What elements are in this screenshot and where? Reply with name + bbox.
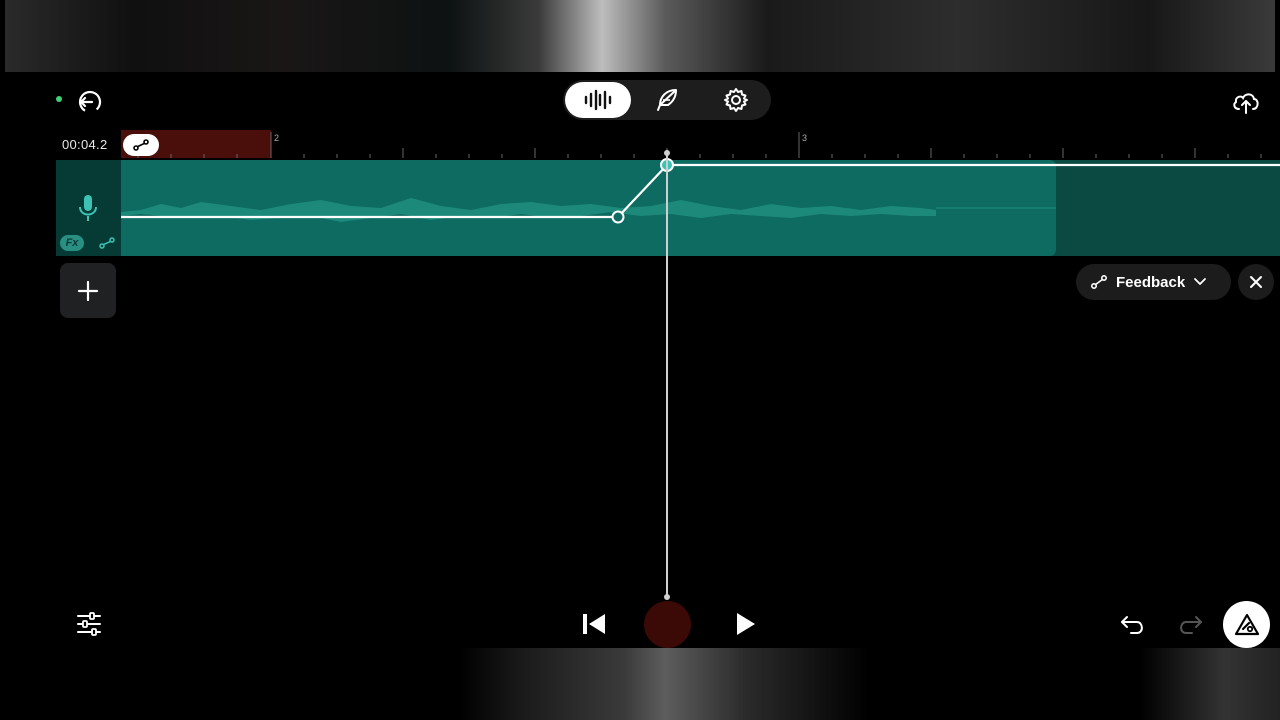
background-strip-bottom-right	[1140, 648, 1280, 720]
background-strip-bottom	[460, 648, 870, 720]
mode-switch	[563, 80, 771, 120]
automation-curve-icon	[99, 237, 115, 249]
automation-envelope[interactable]	[121, 150, 1280, 230]
cloud-upload-icon	[1233, 93, 1259, 114]
record-button[interactable]	[644, 601, 691, 648]
waveform-icon	[584, 89, 612, 111]
undo-button[interactable]	[1116, 608, 1150, 640]
chevron-down-icon	[1194, 278, 1207, 285]
gear-icon	[724, 88, 748, 112]
sliders-icon	[77, 612, 101, 636]
skip-to-start-button[interactable]	[576, 608, 610, 640]
plus-icon	[77, 280, 99, 301]
automation-parameter-label: Feedback	[1116, 273, 1186, 291]
exit-button[interactable]	[74, 88, 104, 116]
tab-waveform[interactable]	[565, 82, 631, 118]
app-logo-icon	[1234, 613, 1259, 635]
playhead-top-handle[interactable]	[664, 150, 670, 156]
logo-button[interactable]	[1223, 601, 1270, 648]
playhead[interactable]	[666, 150, 668, 598]
background-strip-top	[5, 0, 1275, 72]
ruler-mark-2: 2	[274, 133, 279, 143]
close-automation-button[interactable]	[1238, 264, 1274, 300]
automation-parameter-dropdown[interactable]: Feedback	[1076, 264, 1231, 300]
undo-icon	[1121, 616, 1143, 634]
automation-curve-icon	[1090, 274, 1108, 290]
exit-icon	[78, 90, 102, 114]
play-button[interactable]	[728, 608, 762, 640]
timecode: 00:04.2	[62, 137, 108, 152]
mixer-button[interactable]	[72, 608, 106, 640]
microphone-icon	[79, 195, 97, 221]
track-input-button[interactable]	[76, 192, 100, 224]
redo-button[interactable]	[1173, 608, 1207, 640]
ruler-mark-3: 3	[802, 133, 807, 143]
add-track-button[interactable]	[60, 263, 116, 318]
tab-settings[interactable]	[703, 82, 769, 118]
upload-button[interactable]	[1230, 88, 1262, 116]
tab-feather[interactable]	[635, 82, 699, 118]
status-dot	[56, 96, 62, 102]
close-icon	[1250, 276, 1262, 288]
track-automation-button[interactable]	[97, 235, 117, 251]
fx-button[interactable]: Fx	[60, 235, 84, 251]
playhead-bottom-handle[interactable]	[664, 594, 670, 600]
play-icon	[737, 613, 755, 635]
redo-icon	[1180, 616, 1202, 634]
feather-icon	[657, 89, 677, 111]
skip-back-icon	[583, 614, 605, 634]
automation-node	[611, 210, 625, 224]
